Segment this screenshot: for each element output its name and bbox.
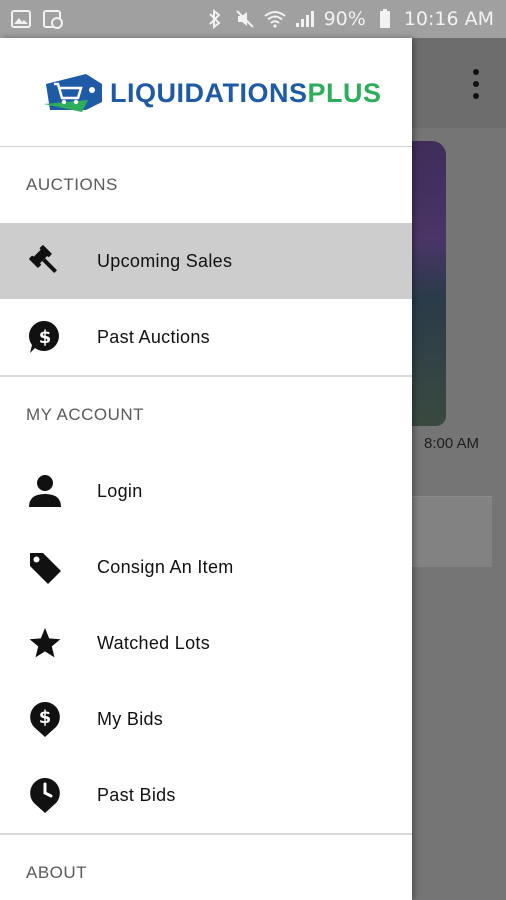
- calendar-notification-icon: [42, 8, 64, 30]
- status-bar: 90% 10:16 AM: [0, 0, 506, 38]
- star-icon: [27, 625, 63, 661]
- menu-item-label: Past Bids: [97, 784, 176, 805]
- shopping-cart-tag-icon: [44, 74, 102, 112]
- menu-item-label: Consign An Item: [97, 556, 234, 577]
- drawer-header: LIQUIDATIONS PLUS: [0, 38, 412, 147]
- gavel-icon: [27, 243, 63, 279]
- mute-icon: [234, 8, 256, 30]
- menu-item-label: Past Auctions: [97, 326, 210, 347]
- background-card: [412, 496, 492, 567]
- wifi-icon: [263, 8, 286, 30]
- menu-item-label: My Bids: [97, 708, 164, 729]
- menu-item-watched-lots[interactable]: Watched Lots: [0, 605, 412, 681]
- clock: 10:16 AM: [403, 8, 494, 30]
- menu-item-past-auctions[interactable]: $ Past Auctions: [0, 299, 412, 375]
- event-time: 8:00 AM: [424, 435, 480, 452]
- logo-text-primary: LIQUIDATIONS: [110, 77, 308, 108]
- bluetooth-icon: [204, 8, 226, 30]
- menu-item-upcoming-sales[interactable]: Upcoming Sales: [0, 223, 412, 299]
- svg-text:$: $: [39, 707, 52, 728]
- battery-icon: [374, 8, 396, 30]
- app-logo: LIQUIDATIONS PLUS: [42, 70, 382, 116]
- dollar-pin-icon: $: [27, 701, 63, 737]
- signal-icon: [294, 8, 316, 30]
- menu-item-label: Upcoming Sales: [97, 250, 233, 271]
- image-notification-icon: [10, 8, 32, 30]
- clock-pin-icon: [27, 777, 63, 813]
- section-header-auctions: AUCTIONS: [26, 175, 118, 194]
- menu-item-label: Login: [97, 480, 143, 501]
- menu-item-label: Watched Lots: [97, 632, 210, 653]
- overflow-menu-icon: [472, 68, 480, 100]
- navigation-drawer: LIQUIDATIONS PLUS AUCTIONS Upcoming Sales…: [0, 38, 412, 900]
- menu-item-past-bids[interactable]: Past Bids: [0, 757, 412, 833]
- dollar-bubble-icon: $: [27, 319, 63, 355]
- menu-item-consign-an-item[interactable]: Consign An Item: [0, 529, 412, 605]
- section-header-my-account: MY ACCOUNT: [26, 405, 145, 424]
- menu-item-login[interactable]: Login: [0, 453, 412, 529]
- menu-item-my-bids[interactable]: $ My Bids: [0, 681, 412, 757]
- svg-text:$: $: [39, 327, 52, 348]
- person-icon: [27, 473, 63, 509]
- battery-percent: 90%: [323, 8, 366, 30]
- tag-icon: [27, 549, 63, 585]
- section-header-about: ABOUT: [26, 863, 88, 882]
- logo-text-secondary: PLUS: [307, 77, 382, 108]
